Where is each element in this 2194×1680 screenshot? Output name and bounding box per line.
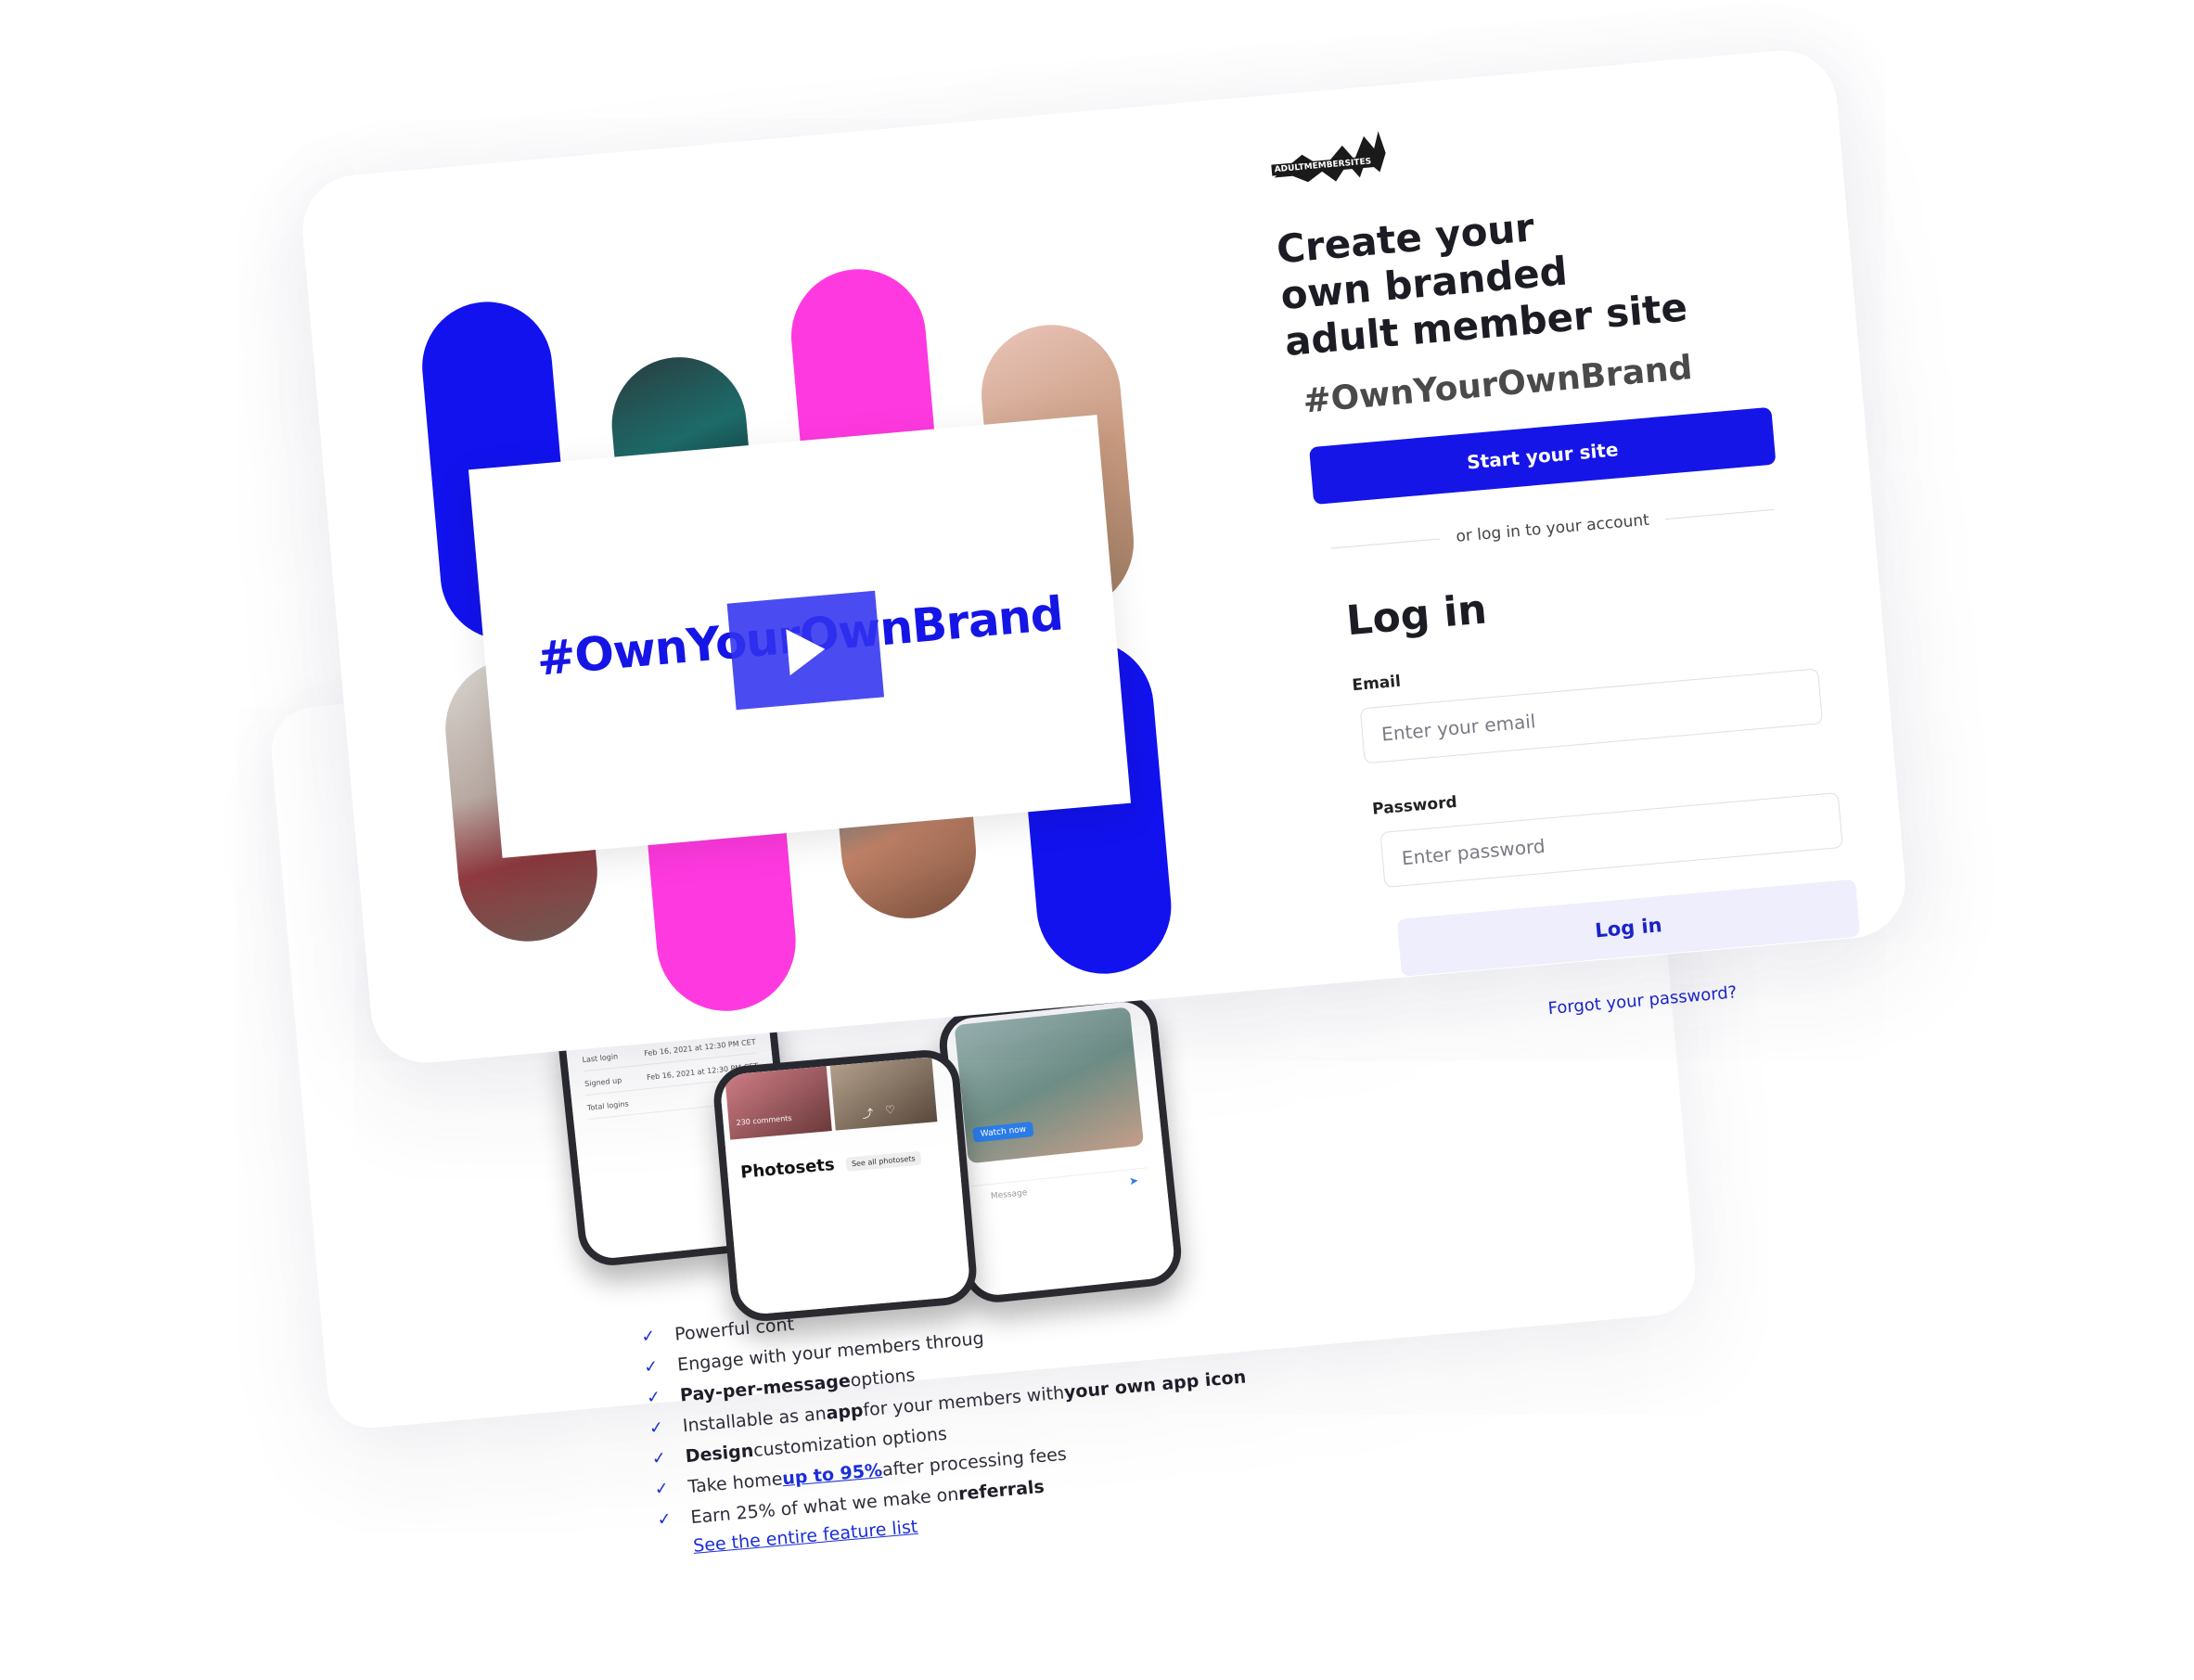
hashtag: #OwnYourOwnBrand xyxy=(1301,349,1694,421)
check-icon: ✓ xyxy=(643,1356,660,1378)
check-icon: ✓ xyxy=(651,1448,667,1469)
photo-thumb xyxy=(725,1066,832,1140)
phone-mockup-photosets: 230 comments ⤴ ♡ Photosets See all photo… xyxy=(711,1046,980,1325)
divider-text: or log in to your account xyxy=(1455,510,1650,546)
check-icon: ✓ xyxy=(646,1387,662,1408)
check-icon: ✓ xyxy=(656,1508,673,1531)
message-input[interactable]: Message xyxy=(970,1167,1149,1211)
check-icon: ✓ xyxy=(640,1326,657,1347)
promo-video[interactable]: #OwnYourOwnBrand xyxy=(468,415,1132,858)
play-icon xyxy=(786,628,826,675)
email-label: Email xyxy=(1351,672,1402,696)
take-home-link[interactable]: up to 95% xyxy=(781,1459,882,1488)
photo-thumb xyxy=(829,1057,938,1131)
start-your-site-button[interactable]: Start your site xyxy=(1309,406,1777,506)
play-button[interactable] xyxy=(726,590,885,711)
email-field[interactable] xyxy=(1359,668,1824,764)
forgot-password-link[interactable]: Forgot your password? xyxy=(1547,982,1738,1019)
photosets-title: Photosets xyxy=(739,1154,836,1183)
page-title: Create your own branded adult member sit… xyxy=(1275,204,1689,365)
check-icon: ✓ xyxy=(653,1479,670,1500)
divider-line xyxy=(1330,537,1440,549)
see-all-photosets-button[interactable]: See all photosets xyxy=(845,1150,922,1172)
brand-logo[interactable]: ADULTMEMBERSITES xyxy=(1266,120,1392,195)
signup-login-panel: ADULTMEMBERSITES Create your own branded… xyxy=(1266,84,1868,1091)
heart-icon[interactable]: ♡ xyxy=(884,1103,895,1117)
login-button[interactable]: Log in xyxy=(1396,878,1861,977)
divider-line xyxy=(1665,508,1775,519)
share-icon[interactable]: ⤴ xyxy=(862,1105,874,1122)
check-icon: ✓ xyxy=(648,1417,665,1439)
send-icon[interactable]: ➤ xyxy=(1128,1173,1138,1187)
login-title: Log in xyxy=(1344,585,1489,646)
password-label: Password xyxy=(1371,792,1458,819)
login-divider: or log in to your account xyxy=(1330,500,1776,558)
